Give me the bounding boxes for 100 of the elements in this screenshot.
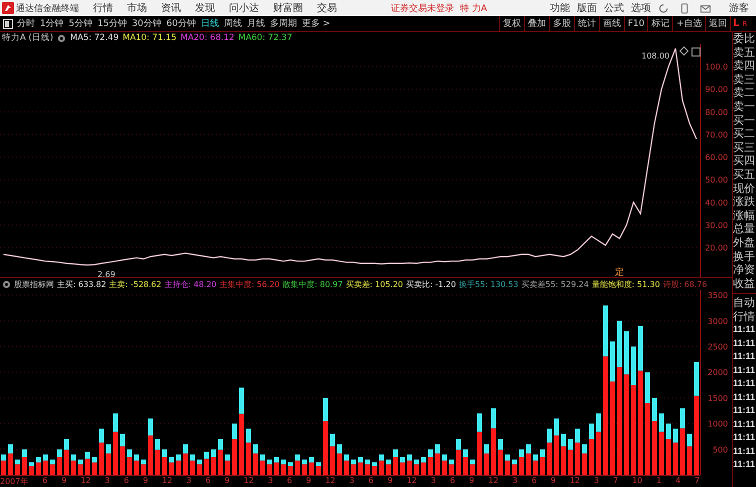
date-axis-label: 6 <box>205 476 211 487</box>
indicator-value: 主持仓: 48.20 <box>164 278 216 290</box>
volume-axis-label: 3500 <box>708 291 728 300</box>
refresh-icon[interactable] <box>658 2 669 14</box>
date-axis-label: 3 <box>512 476 518 487</box>
toolbar-button[interactable]: +自选 <box>672 16 705 31</box>
date-axis-label: 6 <box>450 476 456 487</box>
period-tab[interactable]: 5分钟 <box>68 17 92 30</box>
date-axis-label: 7 <box>694 476 700 487</box>
price-axis-label: 60.00 <box>705 153 728 162</box>
menu-item[interactable]: 发现 <box>195 1 215 15</box>
date-axis-label: 10 <box>632 476 642 487</box>
price-axis-label: 70.00 <box>705 130 728 140</box>
indicator-value: 主卖: -528.62 <box>109 278 162 290</box>
trade-time: 11:11 <box>733 390 756 404</box>
price-axis-label: 80.00 <box>705 108 728 117</box>
signal-marker: 定 <box>615 268 624 277</box>
phone-icon[interactable] <box>679 2 690 14</box>
period-tab[interactable]: 日线 <box>200 17 219 30</box>
period-tab[interactable]: 30分钟 <box>132 17 162 30</box>
indicator-value: 散集中度: 80.97 <box>282 278 343 290</box>
quote-field-label: 外盘 <box>733 236 756 250</box>
period-tab[interactable]: 月线 <box>246 17 265 30</box>
volume-axis-label: 500 <box>712 445 728 454</box>
trade-time: 11:11 <box>733 364 756 377</box>
date-axis-label: 6 <box>286 476 292 487</box>
quote-field-label: 收益 <box>733 276 756 290</box>
quote-field-label: 卖四 <box>733 59 756 73</box>
menu-item[interactable]: 资讯 <box>161 1 181 15</box>
panel-toggle-icon[interactable] <box>3 18 13 28</box>
price-extreme-label: 108.00 <box>642 52 670 61</box>
date-axis-label: 9 <box>469 476 474 487</box>
toolbar-button[interactable]: 返回 <box>705 16 730 31</box>
period-tab[interactable]: 分时 <box>17 17 35 30</box>
trade-time: 11:11 <box>733 323 756 336</box>
indicator-value: 诗股: 68.76 <box>662 278 708 290</box>
toolbar-button[interactable]: 标记 <box>647 16 672 31</box>
quote-mode-label[interactable]: 自动 <box>733 296 756 310</box>
quote-field-label: 委比 <box>733 32 756 46</box>
indicator-value: 主集中度: 56.20 <box>220 278 280 290</box>
login-status[interactable]: 证券交易未登录 <box>391 2 454 14</box>
indicator-value: 买卖差: 105.20 <box>346 278 404 290</box>
volume-axis-label: 2500 <box>708 342 728 352</box>
settings-icon[interactable] <box>2 280 11 288</box>
date-axis-label: 12 <box>325 476 336 487</box>
quote-field-label: 卖二 <box>733 86 756 100</box>
period-tab[interactable]: 60分钟 <box>166 17 196 30</box>
date-axis-label: 9 <box>306 476 312 487</box>
date-axis-label: 9 <box>224 476 230 487</box>
date-axis-label: 3 <box>349 476 354 487</box>
trade-time: 11:11 <box>733 431 756 444</box>
indicator-value: 主买: 633.82 <box>57 278 106 290</box>
menu-item[interactable]: 版面 <box>577 1 597 15</box>
toolbar-button[interactable]: 复权 <box>498 16 524 31</box>
mail-icon[interactable] <box>700 2 711 14</box>
price-extreme-label: 2.69 <box>98 270 116 277</box>
quote-mode-label[interactable]: 行情 <box>733 310 756 324</box>
quote-field-label: 净资 <box>733 263 756 277</box>
period-tab[interactable]: 多周期 <box>270 17 297 30</box>
toolbar-button[interactable]: 统计 <box>574 16 599 31</box>
moving-average-value: MA60: 72.37 <box>238 33 292 43</box>
menu-item[interactable]: 选项 <box>631 1 651 15</box>
menu-item[interactable]: 功能 <box>550 1 570 15</box>
quote-field-label: 卖五 <box>733 46 756 60</box>
menu-item[interactable]: 公式 <box>604 1 624 15</box>
date-axis-label: 9 <box>143 476 148 487</box>
quote-field-label: 买五 <box>733 168 756 182</box>
date-axis-label: 6 <box>368 476 374 487</box>
toolbar-button[interactable]: 多股 <box>548 16 574 31</box>
moving-average-value: MA5: 72.49 <box>70 33 119 43</box>
toolbar-button[interactable]: F10 <box>624 16 648 31</box>
date-axis-label: 2007年 <box>0 476 28 487</box>
date-axis-label: 3 <box>104 476 110 487</box>
date-axis-label: 12 <box>570 476 580 487</box>
period-tab[interactable]: 1分钟 <box>40 17 64 30</box>
date-axis-label: 7 <box>613 476 618 487</box>
menu-item[interactable]: 行情 <box>93 1 113 15</box>
menu-item[interactable]: 市场 <box>127 1 147 15</box>
toolbar-button[interactable]: 画线 <box>598 16 624 31</box>
menu-item[interactable]: 财富圈 <box>273 1 303 15</box>
date-axis-label: 6 <box>42 476 48 487</box>
indicator-value: 买卖差55: 529.24 <box>521 278 589 290</box>
toolbar-button[interactable]: 叠加 <box>524 16 549 31</box>
price-axis-label: 30.00 <box>705 220 728 230</box>
settings-icon[interactable] <box>57 34 66 42</box>
diamond-icon[interactable] <box>679 46 689 56</box>
quote-field-label: 涨跌 <box>733 195 756 209</box>
period-tab[interactable]: 15分钟 <box>97 17 127 30</box>
panel-icon[interactable] <box>692 48 700 56</box>
date-axis-label: 3 <box>594 476 600 487</box>
indicator-name[interactable]: 股票指标网 <box>14 278 54 290</box>
volume-axis-label: 1000 <box>708 420 728 429</box>
period-tab[interactable]: 周线 <box>224 17 242 30</box>
menu-item[interactable]: 问小达 <box>229 1 259 15</box>
trade-time: 11:11 <box>733 458 756 472</box>
menu-item[interactable]: 交易 <box>317 1 337 15</box>
moving-average-value: MA10: 71.15 <box>122 33 176 43</box>
date-axis-label: 3 <box>186 476 192 487</box>
more-periods-button[interactable]: 更多 > <box>302 17 330 30</box>
user-button[interactable]: 游客 <box>729 1 749 15</box>
